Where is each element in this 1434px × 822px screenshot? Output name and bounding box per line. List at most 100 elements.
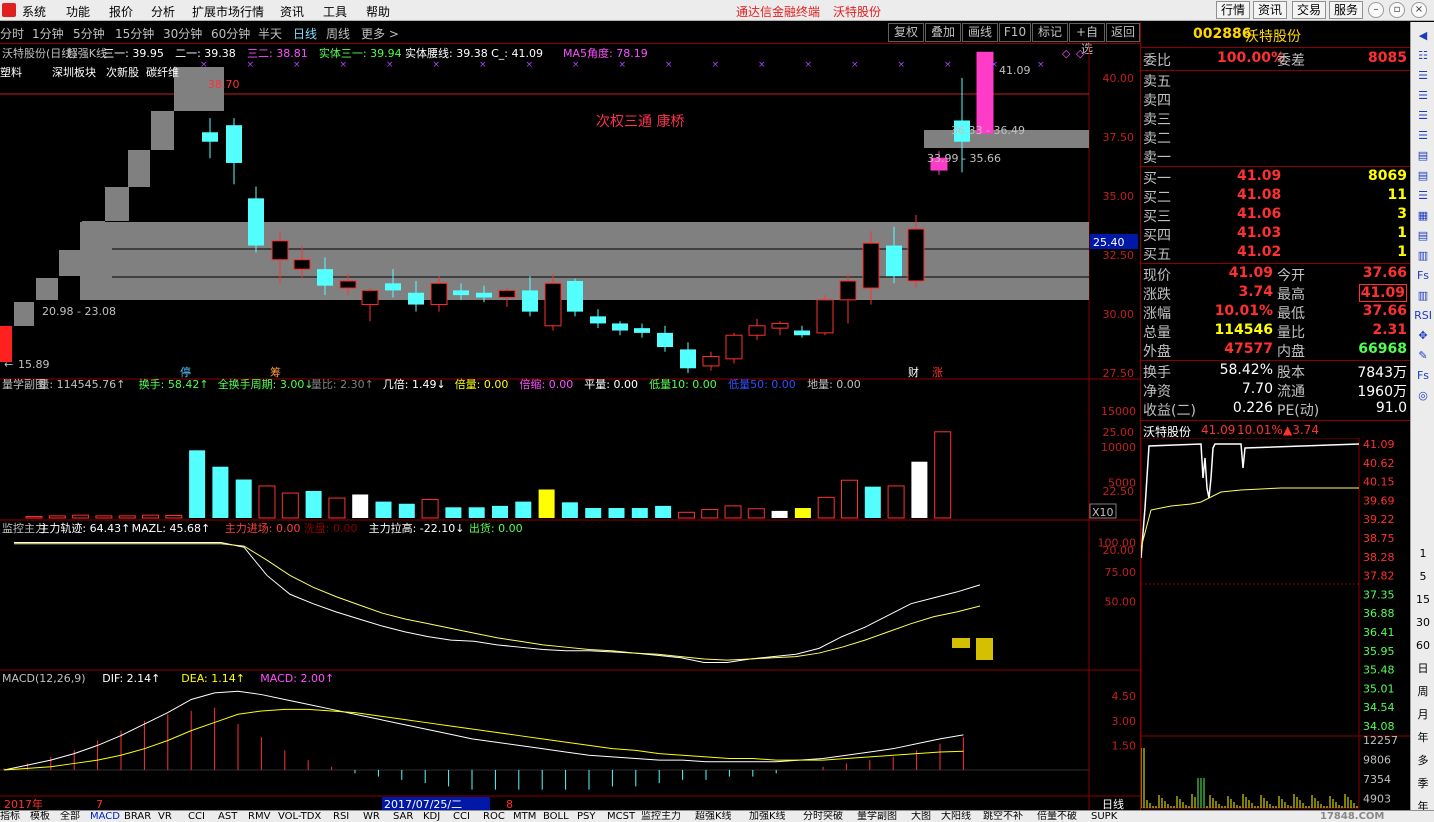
indicator-tab[interactable]: PSY: [577, 811, 596, 822]
sector-tag[interactable]: 深圳板块: [52, 65, 96, 79]
indicator-tab[interactable]: 大阳线: [941, 811, 971, 822]
news-button[interactable]: 资讯: [1253, 1, 1287, 19]
period-60min[interactable]: 60分钟: [211, 25, 250, 42]
period-15min[interactable]: 15分钟: [115, 25, 154, 42]
indicator-tab[interactable]: 倍量不破: [1037, 811, 1077, 822]
menu-function[interactable]: 功能: [66, 3, 90, 20]
back-button[interactable]: 返回: [1106, 23, 1140, 42]
period-shortcut[interactable]: 月: [1414, 707, 1432, 723]
indicator-tab[interactable]: CCI: [453, 811, 470, 822]
f10-button[interactable]: F10: [999, 23, 1031, 42]
period-weekly[interactable]: 周线: [326, 25, 350, 42]
tool-icon[interactable]: ▥: [1414, 288, 1432, 304]
indicator-tab[interactable]: KDJ: [423, 811, 440, 822]
tool-icon[interactable]: ☰: [1414, 128, 1432, 144]
tool-icon[interactable]: ▦: [1414, 208, 1432, 224]
period-shortcut[interactable]: 30: [1414, 615, 1432, 631]
indicator-tab[interactable]: RSI: [333, 811, 349, 822]
tool-icon[interactable]: ▥: [1414, 248, 1432, 264]
tool-icon[interactable]: ▤: [1414, 148, 1432, 164]
indicator-tab[interactable]: 分时突破: [803, 811, 843, 822]
indicator-tab[interactable]: AST: [218, 811, 237, 822]
indicator-tab[interactable]: 监控主力: [641, 811, 681, 822]
tool-icon[interactable]: ▤: [1414, 228, 1432, 244]
minimize-icon[interactable]: –: [1368, 2, 1384, 18]
trade-button[interactable]: 交易: [1292, 1, 1326, 19]
menu-extended-market[interactable]: 扩展市场行情: [192, 3, 264, 20]
indicator-tab[interactable]: 超强K线: [695, 811, 732, 822]
tool-icon[interactable]: ☷: [1414, 48, 1432, 64]
add-watchlist-button[interactable]: +自选: [1069, 23, 1105, 56]
period-1min[interactable]: 1分钟: [32, 25, 64, 42]
indicator-tab[interactable]: VOL-TDX: [278, 811, 321, 822]
menu-quote[interactable]: 报价: [109, 3, 133, 20]
menu-analysis[interactable]: 分析: [151, 3, 175, 20]
indicator-tab[interactable]: ROC: [483, 811, 505, 822]
period-shortcut[interactable]: 日: [1414, 661, 1432, 677]
indicator-tab[interactable]: RMV: [248, 811, 270, 822]
tool-icon[interactable]: ☰: [1414, 188, 1432, 204]
mark-button[interactable]: 标记: [1032, 23, 1068, 42]
indicator-tab[interactable]: 指标: [0, 811, 20, 822]
indicator-tab[interactable]: SAR: [393, 811, 413, 822]
indicator-tab[interactable]: SUPK: [1091, 811, 1117, 822]
indicator-tab[interactable]: 全部: [60, 811, 80, 822]
market-button[interactable]: 行情: [1216, 1, 1250, 19]
indicator-tab[interactable]: 模板: [30, 811, 50, 822]
minichart-price-tick: 34.08: [1363, 720, 1395, 733]
tool-icon[interactable]: Fs: [1414, 268, 1432, 284]
sector-tag[interactable]: 碳纤维: [146, 65, 179, 79]
tool-icon[interactable]: ☰: [1414, 108, 1432, 124]
menu-tools[interactable]: 工具: [323, 3, 347, 20]
overlay-button[interactable]: 叠加: [925, 23, 961, 42]
sector-tag[interactable]: 次新股: [106, 65, 139, 79]
sector-tag[interactable]: 塑料: [0, 65, 22, 79]
indicator-tab[interactable]: 跳空不补: [983, 811, 1023, 822]
period-shortcut[interactable]: 年: [1414, 730, 1432, 746]
tool-icon[interactable]: ☰: [1414, 88, 1432, 104]
period-shortcut[interactable]: 5: [1414, 569, 1432, 585]
tool-icon[interactable]: ◀: [1414, 28, 1432, 44]
indicator-tab[interactable]: BOLL: [543, 811, 569, 822]
period-shortcut[interactable]: 1: [1414, 546, 1432, 562]
period-shortcut[interactable]: 季: [1414, 776, 1432, 792]
tool-icon[interactable]: ▤: [1414, 168, 1432, 184]
indicator-tab[interactable]: MACD: [90, 811, 120, 822]
period-more[interactable]: 更多 >: [361, 25, 399, 42]
tool-icon[interactable]: ✥: [1414, 328, 1432, 344]
tool-icon[interactable]: ☰: [1414, 68, 1432, 84]
period-halfday[interactable]: 半天: [258, 25, 282, 42]
indicator-tab[interactable]: MTM: [513, 811, 536, 822]
indicator-tab[interactable]: WR: [363, 811, 380, 822]
indicator-tab[interactable]: BRAR: [124, 811, 151, 822]
menu-system[interactable]: 系统: [22, 3, 46, 20]
period-shortcut[interactable]: 15: [1414, 592, 1432, 608]
close-icon[interactable]: ×: [1411, 2, 1427, 18]
indicator-tab[interactable]: CCI: [188, 811, 205, 822]
period-30min[interactable]: 30分钟: [163, 25, 202, 42]
tool-icon[interactable]: Fs: [1414, 368, 1432, 384]
indicator-tab[interactable]: MCST: [607, 811, 635, 822]
indicator-tab[interactable]: 大图: [911, 811, 931, 822]
tool-icon[interactable]: ✎: [1414, 348, 1432, 364]
indicator-tab[interactable]: 加强K线: [749, 811, 786, 822]
tool-icon[interactable]: RSI: [1414, 308, 1432, 324]
period-daily[interactable]: 日线: [293, 25, 317, 42]
tool-icon[interactable]: ◎: [1414, 388, 1432, 404]
restore-icon[interactable]: ▫: [1389, 2, 1405, 18]
period-timeshare[interactable]: 分时: [0, 25, 24, 42]
indicator-tab[interactable]: 量学副图: [857, 811, 897, 822]
period-shortcut[interactable]: 周: [1414, 684, 1432, 700]
stock-chart[interactable]: × × × × × × × × × × × × × × × × × × × ◇ ◇ 沃特股份(日线)超强K线三一: 39…: [0, 44, 1140, 810]
menu-news[interactable]: 资讯: [280, 3, 304, 20]
draw-button[interactable]: 画线: [962, 23, 998, 42]
adjust-button[interactable]: 复权: [888, 23, 924, 42]
period-5min[interactable]: 5分钟: [73, 25, 105, 42]
candle: [430, 282, 448, 306]
service-button[interactable]: 服务: [1329, 1, 1363, 19]
indicator-tab[interactable]: VR: [158, 811, 172, 822]
menu-help[interactable]: 帮助: [366, 3, 390, 20]
intraday-minichart[interactable]: 41.09 40.62 40.15 39.69 39.22 38.75 38.28 37.82…: [1141, 438, 1411, 810]
period-shortcut[interactable]: 多: [1414, 753, 1432, 769]
period-shortcut[interactable]: 60: [1414, 638, 1432, 654]
